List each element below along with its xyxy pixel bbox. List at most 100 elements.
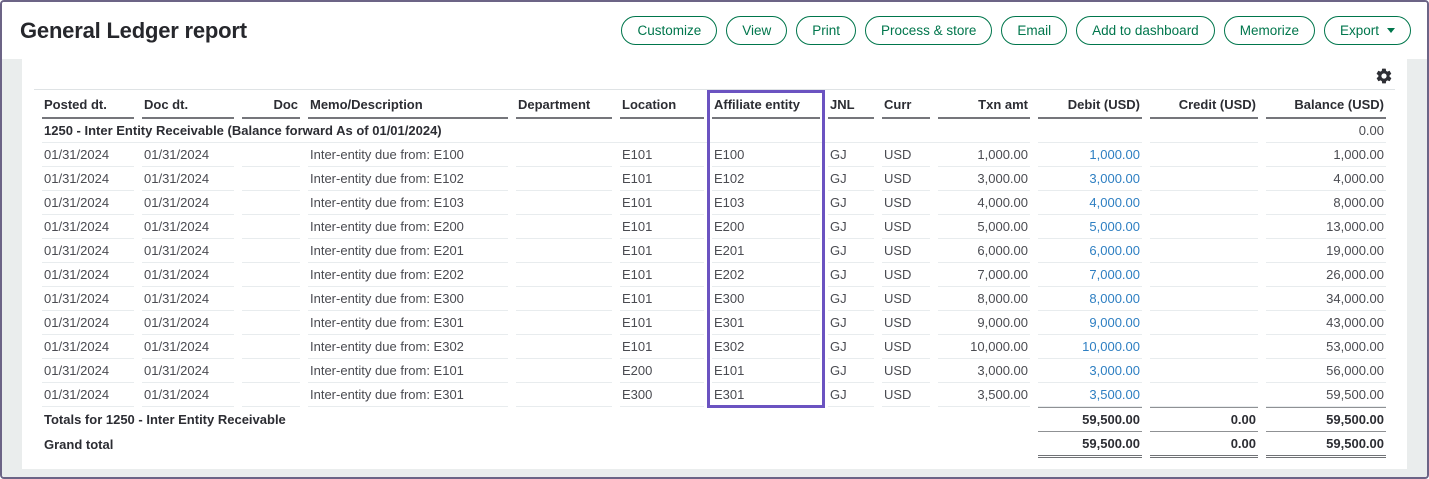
table-row: 01/31/202401/31/2024Inter-entity due fro… <box>42 311 1386 335</box>
col-posted-dt[interactable]: Posted dt. <box>42 92 134 119</box>
cell-posted: 01/31/2024 <box>42 263 134 287</box>
toolbar-button-email[interactable]: Email <box>1001 16 1067 45</box>
col-jnl[interactable]: JNL <box>828 92 874 119</box>
cell-location: E101 <box>620 335 704 359</box>
cell-credit <box>1150 311 1258 335</box>
gear-icon[interactable] <box>1375 67 1393 85</box>
cell-txn: 5,000.00 <box>938 215 1030 239</box>
debit-amount-link[interactable]: 4,000.00 <box>1089 195 1140 210</box>
cell-txn: 7,000.00 <box>938 263 1030 287</box>
cell-txn: 3,000.00 <box>938 167 1030 191</box>
col-txn-amt[interactable]: Txn amt <box>938 92 1030 119</box>
toolbar-button-memorize[interactable]: Memorize <box>1224 16 1315 45</box>
cell-memo: Inter-entity due from: E301 <box>308 311 508 335</box>
cell-department <box>516 263 612 287</box>
col-balance-usd[interactable]: Balance (USD) <box>1266 92 1386 119</box>
debit-amount-link[interactable]: 10,000.00 <box>1082 339 1140 354</box>
cell-doc-date: 01/31/2024 <box>142 191 234 215</box>
col-curr[interactable]: Curr <box>882 92 930 119</box>
debit-amount-link[interactable]: 3,000.00 <box>1089 363 1140 378</box>
col-department[interactable]: Department <box>516 92 612 119</box>
cell-doc-date: 01/31/2024 <box>142 287 234 311</box>
debit-amount-link[interactable]: 5,000.00 <box>1089 219 1140 234</box>
card-toolbar <box>34 63 1395 89</box>
cell-posted: 01/31/2024 <box>42 287 134 311</box>
cell-affiliate: E100 <box>712 143 820 167</box>
cell-memo: Inter-entity due from: E302 <box>308 335 508 359</box>
cell-debit: 6,000.00 <box>1038 239 1142 263</box>
cell-doc-date: 01/31/2024 <box>142 335 234 359</box>
cell-affiliate: E101 <box>712 359 820 383</box>
col-credit-usd[interactable]: Credit (USD) <box>1150 92 1258 119</box>
debit-amount-link[interactable]: 9,000.00 <box>1089 315 1140 330</box>
debit-amount-link[interactable]: 3,000.00 <box>1089 171 1140 186</box>
cell-affiliate: E300 <box>712 287 820 311</box>
cell-credit <box>1150 287 1258 311</box>
cell-department <box>516 359 612 383</box>
col-affiliate-entity[interactable]: Affiliate entity <box>712 92 820 119</box>
export-button-label: Export <box>1340 23 1379 38</box>
cell-affiliate: E301 <box>712 383 820 407</box>
cell-location: E101 <box>620 191 704 215</box>
cell-doc-date: 01/31/2024 <box>142 239 234 263</box>
cell-txn: 6,000.00 <box>938 239 1030 263</box>
cell-posted: 01/31/2024 <box>42 383 134 407</box>
cell-curr: USD <box>882 359 930 383</box>
grand-total-label: Grand total <box>42 431 1030 458</box>
table-row: 01/31/202401/31/2024Inter-entity due fro… <box>42 215 1386 239</box>
cell-debit: 3,000.00 <box>1038 359 1142 383</box>
cell-department <box>516 143 612 167</box>
cell-affiliate: E102 <box>712 167 820 191</box>
debit-amount-link[interactable]: 6,000.00 <box>1089 243 1140 258</box>
cell-affiliate: E200 <box>712 215 820 239</box>
cell-department <box>516 287 612 311</box>
cell-doc <box>242 263 300 287</box>
report-card: Posted dt. Doc dt. Doc Memo/Description … <box>22 59 1407 469</box>
cell-affiliate: E302 <box>712 335 820 359</box>
cell-doc <box>242 287 300 311</box>
toolbar-button-view[interactable]: View <box>726 16 787 45</box>
cell-txn: 3,500.00 <box>938 383 1030 407</box>
cell-jnl: GJ <box>828 263 874 287</box>
cell-doc <box>242 143 300 167</box>
table-row: 01/31/2024 01/31/2024 Inter-entity due fro… <box>42 335 1386 359</box>
account-group-header-row: 1250 - Inter Entity Receivable (Balance … <box>42 119 1386 143</box>
cell-memo: Inter-entity due from: E100 <box>308 143 508 167</box>
cell-posted: 01/31/2024 <box>42 335 134 359</box>
toolbar-button-print[interactable]: Print <box>796 16 856 45</box>
col-debit-usd[interactable]: Debit (USD) <box>1038 92 1142 119</box>
cell-txn: 4,000.00 <box>938 191 1030 215</box>
cell-balance: 19,000.00 <box>1266 239 1386 263</box>
cell-posted: 01/31/2024 <box>42 359 134 383</box>
debit-amount-link[interactable]: 7,000.00 <box>1089 267 1140 282</box>
debit-amount-link[interactable]: 3,500.00 <box>1089 387 1140 402</box>
toolbar-button-add-to-dashboard[interactable]: Add to dashboard <box>1076 16 1215 45</box>
toolbar-button-process-and-store[interactable]: Process & store <box>865 16 992 45</box>
cell-affiliate: E103 <box>712 191 820 215</box>
debit-amount-link[interactable]: 8,000.00 <box>1089 291 1140 306</box>
grand-total-debit: 59,500.00 <box>1038 431 1142 458</box>
cell-doc <box>242 311 300 335</box>
cell-jnl: GJ <box>828 335 874 359</box>
ledger-rows: 1250 - Inter Entity Receivable (Balance … <box>42 119 1386 407</box>
table-row: 01/31/202401/31/2024Inter-entity due fro… <box>42 263 1386 287</box>
cell-debit: 9,000.00 <box>1038 311 1142 335</box>
col-memo[interactable]: Memo/Description <box>308 92 508 119</box>
cell-credit <box>1150 167 1258 191</box>
cell-txn: 8,000.00 <box>938 287 1030 311</box>
toolbar-button-customize[interactable]: Customize <box>621 16 717 45</box>
cell-balance: 53,000.00 <box>1266 335 1386 359</box>
general-ledger-table: Posted dt. Doc dt. Doc Memo/Description … <box>34 92 1394 458</box>
grand-total-balance: 59,500.00 <box>1266 431 1386 458</box>
cell-location: E101 <box>620 215 704 239</box>
cell-debit: 3,000.00 <box>1038 167 1142 191</box>
debit-amount-link[interactable]: 1,000.00 <box>1089 147 1140 162</box>
col-location[interactable]: Location <box>620 92 704 119</box>
cell-balance: 8,000.00 <box>1266 191 1386 215</box>
col-doc-dt[interactable]: Doc dt. <box>142 92 234 119</box>
table-row: 01/31/202401/31/2024Inter-entity due fro… <box>42 167 1386 191</box>
col-doc[interactable]: Doc <box>242 92 300 119</box>
export-button[interactable]: Export <box>1324 16 1411 45</box>
cell-credit <box>1150 239 1258 263</box>
ledger-table-area: Posted dt. Doc dt. Doc Memo/Description … <box>34 89 1395 458</box>
